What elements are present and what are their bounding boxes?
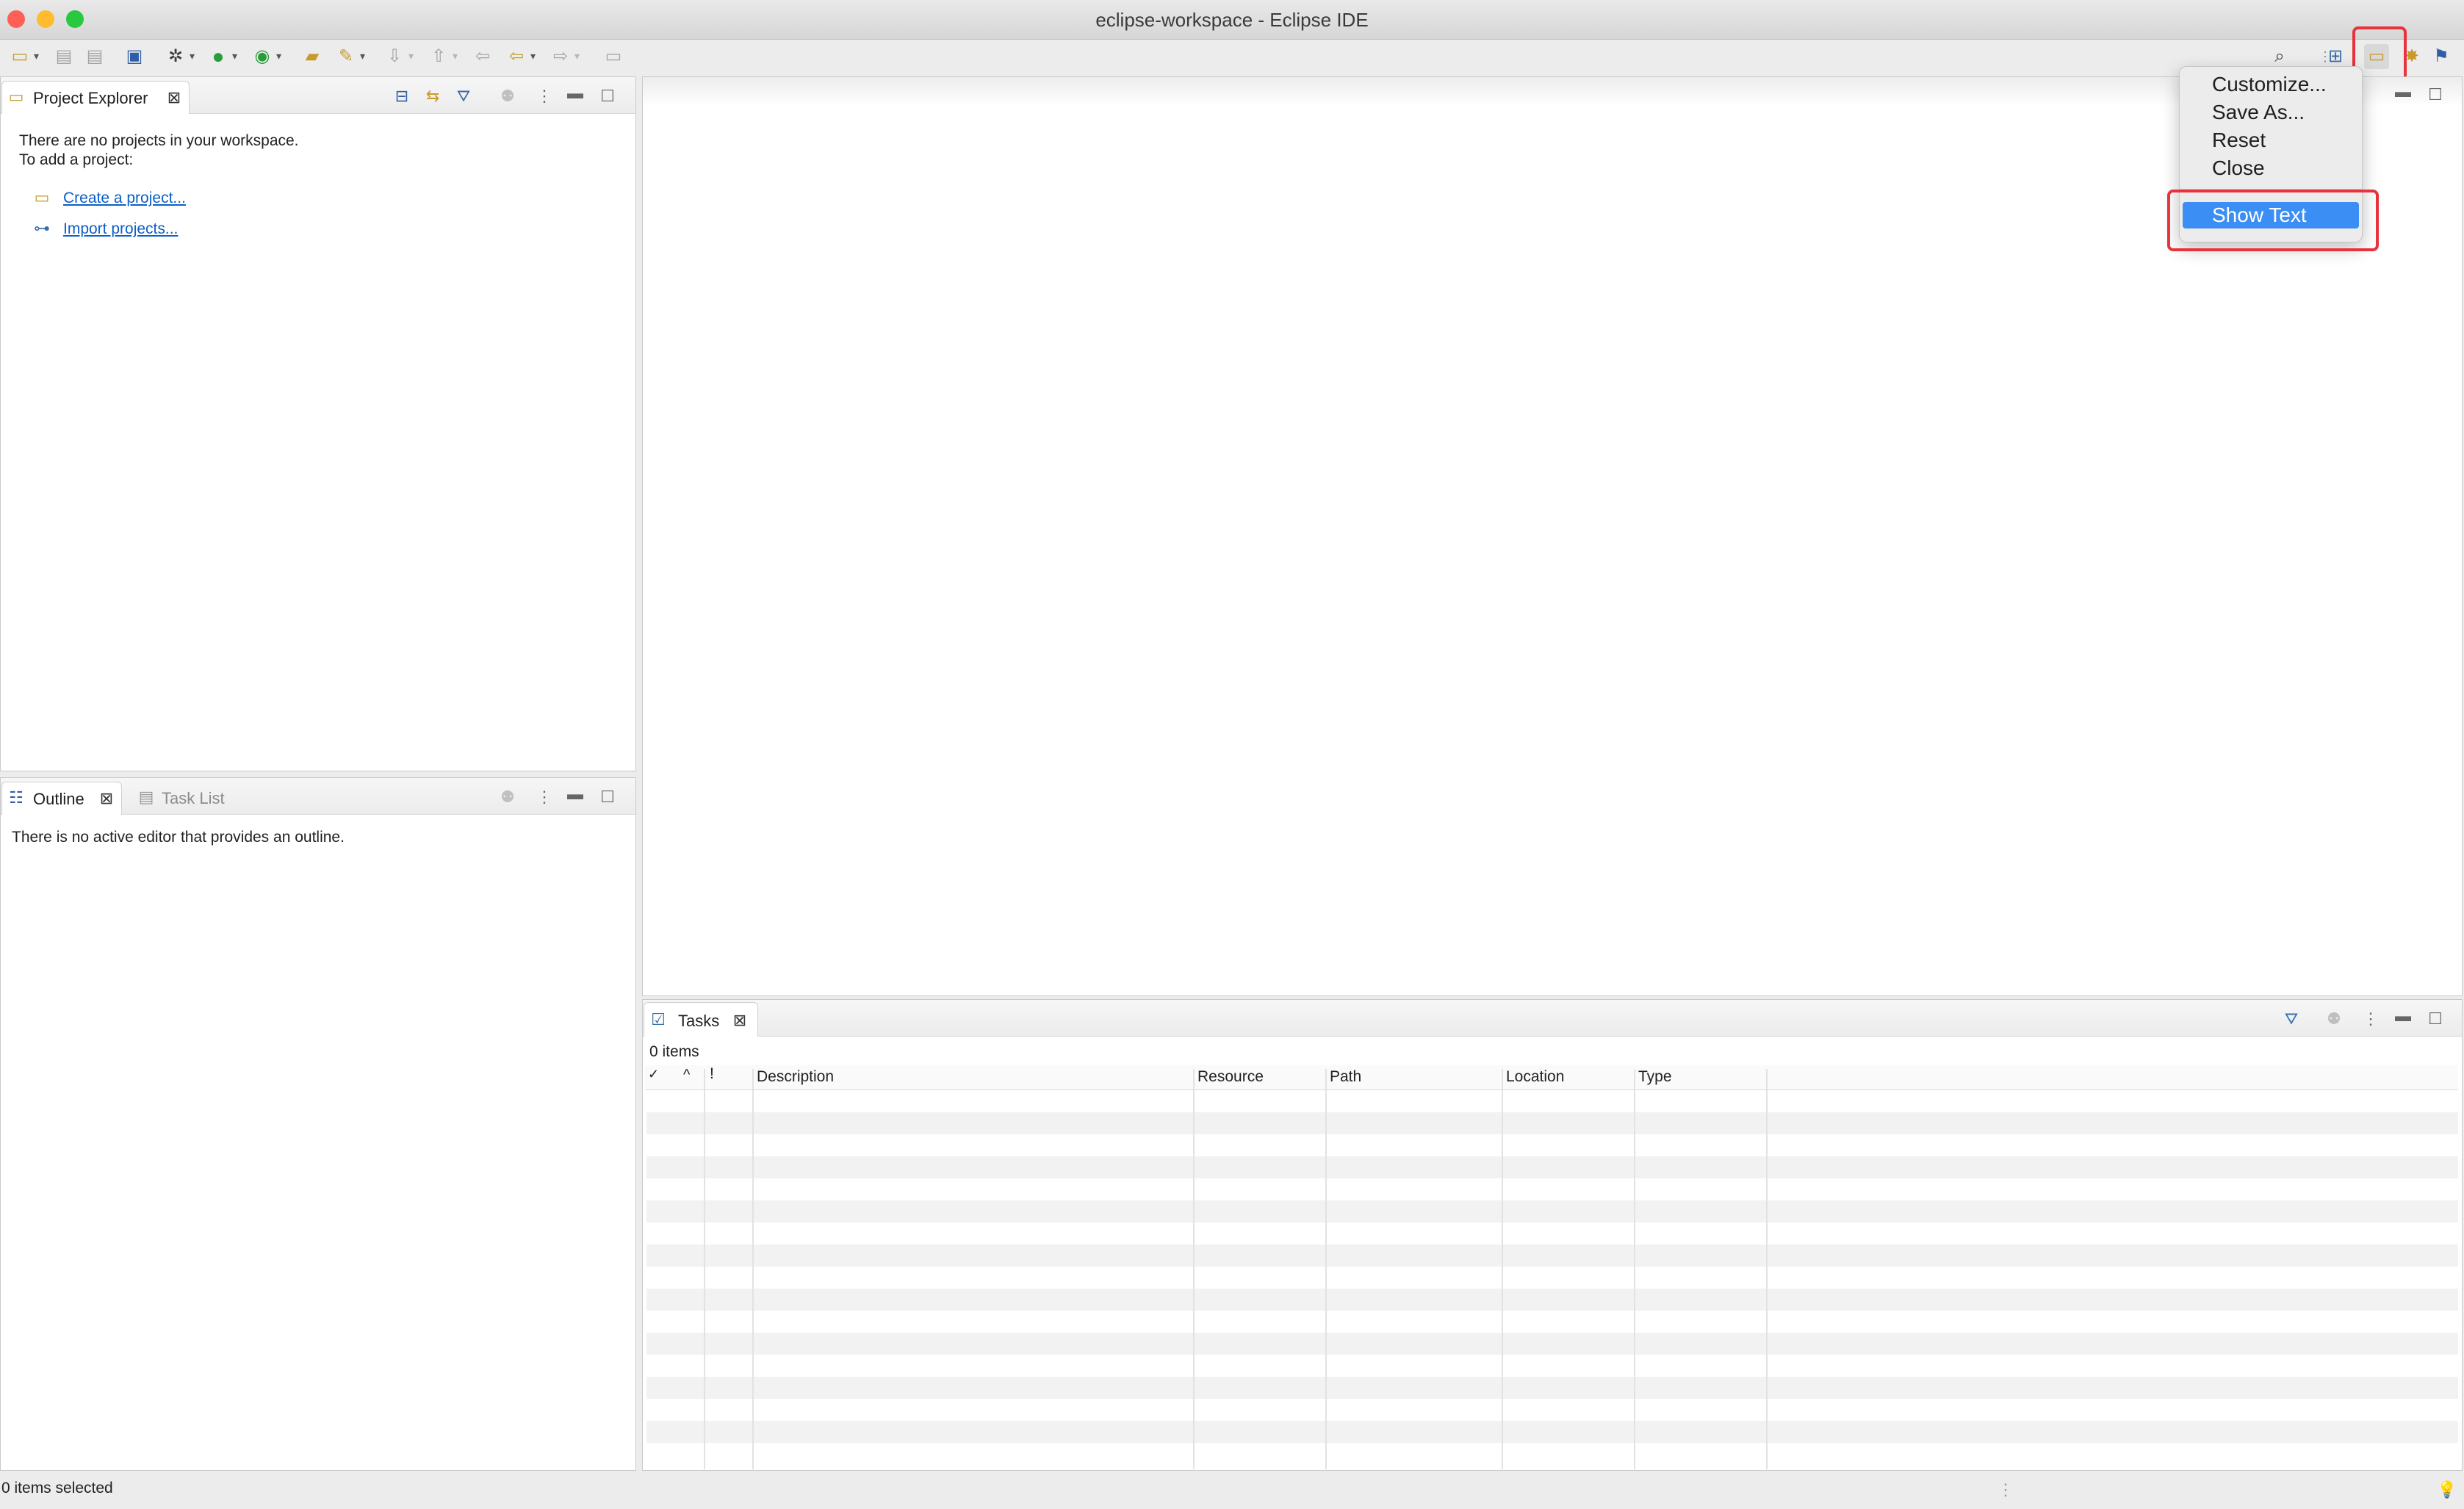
status-bar [0, 1472, 2464, 1509]
status-text: 0 items selected [1, 1480, 113, 1497]
next-annotation-icon[interactable]: ⇩ [382, 44, 407, 69]
focus-icon[interactable]: ⚉ [495, 84, 520, 109]
menu-item-close[interactable]: Close [2212, 156, 2265, 180]
column-path[interactable]: Path [1330, 1068, 1361, 1086]
view-menu-icon[interactable]: ⋮ [532, 84, 557, 109]
table-row [646, 1245, 2458, 1267]
import-icon: ⊶ [34, 219, 50, 237]
column-divider [1634, 1069, 1635, 1469]
tasks-count: 0 items [649, 1043, 699, 1060]
table-row [646, 1377, 2458, 1399]
import-projects-link[interactable]: Import projects... [63, 220, 178, 238]
project-explorer-panel [0, 76, 636, 771]
table-row [646, 1289, 2458, 1311]
table-row [646, 1200, 2458, 1222]
run-icon[interactable]: ● [206, 44, 231, 69]
filter-icon[interactable]: ⛛ [2279, 1006, 2304, 1031]
tasks-tabbar [643, 1000, 2462, 1037]
new-project-icon: ▭ [34, 188, 50, 206]
lightbulb-icon[interactable]: 💡 [2436, 1477, 2458, 1503]
search-icon[interactable]: ⌕ [2267, 44, 2292, 69]
column-important[interactable]: ! [710, 1065, 714, 1083]
close-tab-icon[interactable]: ⊠ [96, 788, 117, 809]
table-row [646, 1333, 2458, 1355]
column-completed[interactable]: ✓ [648, 1067, 659, 1082]
collapse-all-icon[interactable]: ⊟ [389, 84, 414, 109]
tab-task-list[interactable]: ▤ Task List [132, 782, 250, 815]
minimize-icon[interactable]: ▬ [563, 81, 588, 106]
view-menu-icon[interactable]: ⋮ [2358, 1006, 2383, 1031]
add-project-prompt: To add a project: [19, 151, 134, 168]
terminal-icon[interactable]: ▣ [122, 44, 147, 69]
table-row [646, 1421, 2458, 1443]
column-priority[interactable]: ^ [683, 1067, 690, 1084]
last-edit-icon[interactable]: ⇦ [470, 44, 495, 69]
column-description[interactable]: Description [757, 1068, 834, 1086]
window-title: eclipse-workspace - Eclipse IDE [1095, 9, 1369, 31]
column-divider [1325, 1069, 1327, 1469]
project-explorer-icon: ▭ [8, 87, 24, 106]
tab-label: Project Explorer [33, 89, 148, 107]
no-projects-message: There are no projects in your workspace. [19, 132, 299, 149]
filter-icon[interactable]: ⛛ [451, 84, 476, 109]
save-all-icon[interactable]: ▤ [82, 44, 107, 69]
tab-label: Task List [162, 789, 225, 807]
column-divider [704, 1069, 705, 1469]
table-row [646, 1156, 2458, 1178]
task-list-icon: ▤ [138, 788, 154, 806]
menu-item-customize[interactable]: Customize... [2212, 73, 2327, 96]
column-divider [1193, 1069, 1195, 1469]
open-type-icon[interactable]: ▰ [300, 44, 325, 69]
save-icon[interactable]: ▤ [51, 44, 76, 69]
column-type[interactable]: Type [1638, 1068, 1672, 1086]
minimize-icon[interactable]: ▬ [2391, 1004, 2416, 1029]
create-project-link[interactable]: Create a project... [63, 190, 186, 207]
focus-icon[interactable]: ⚉ [495, 785, 520, 810]
outline-panel [0, 777, 636, 1471]
menu-item-save-as[interactable]: Save As... [2212, 101, 2305, 124]
maximize-icon[interactable]: ☐ [2423, 1006, 2448, 1031]
tasks-icon: ☑ [651, 1010, 666, 1029]
menu-item-reset[interactable]: Reset [2212, 129, 2266, 152]
tab-outline[interactable]: ☷ Outline ⊠ [1, 782, 122, 815]
editor-maximize-icon[interactable]: ☐ [2423, 82, 2448, 107]
open-perspective-icon[interactable]: ⊞ [2323, 44, 2348, 69]
maximize-icon[interactable]: ☐ [595, 84, 620, 109]
tab-label: Outline [33, 790, 84, 808]
back-icon[interactable]: ⇦ [504, 44, 529, 69]
close-tab-icon[interactable]: ⊠ [730, 1010, 750, 1031]
previous-annotation-icon[interactable]: ⇧ [426, 44, 451, 69]
tab-tasks[interactable]: ☑ Tasks ⊠ [644, 1002, 758, 1037]
outline-icon: ☷ [9, 788, 24, 807]
table-row [646, 1112, 2458, 1134]
tab-label: Tasks [678, 1012, 720, 1030]
search-tool-icon[interactable]: ✎ [334, 44, 359, 69]
debug-icon[interactable]: ✲ [163, 44, 188, 69]
new-wizard-icon[interactable]: ▭ [7, 44, 32, 69]
status-grip-icon: ⋮ [1998, 1480, 2014, 1499]
maximize-icon[interactable]: ☐ [595, 785, 620, 810]
forward-icon[interactable]: ⇨ [548, 44, 573, 69]
close-tab-icon[interactable]: ⊠ [164, 87, 184, 108]
column-divider [752, 1069, 754, 1469]
focus-icon[interactable]: ⚉ [2321, 1006, 2346, 1031]
link-with-editor-icon[interactable]: ⇆ [420, 84, 445, 109]
main-toolbar [0, 40, 2464, 75]
external-tools-icon[interactable]: ◉ [250, 44, 275, 69]
column-resource[interactable]: Resource [1197, 1068, 1264, 1086]
column-location[interactable]: Location [1506, 1068, 1564, 1086]
minimize-icon[interactable]: ▬ [563, 782, 588, 807]
column-divider [1766, 1069, 1768, 1469]
pin-editor-icon[interactable]: ▭ [601, 44, 626, 69]
outline-empty-message: There is no active editor that provides … [12, 829, 345, 846]
column-divider [1502, 1069, 1503, 1469]
java-perspective-icon[interactable]: ⚑ [2429, 44, 2454, 69]
view-menu-icon[interactable]: ⋮ [532, 785, 557, 810]
tab-project-explorer[interactable]: ▭ Project Explorer ⊠ [1, 81, 190, 114]
editor-minimize-icon[interactable]: ▬ [2391, 79, 2416, 104]
show-text-highlight [2167, 190, 2379, 251]
